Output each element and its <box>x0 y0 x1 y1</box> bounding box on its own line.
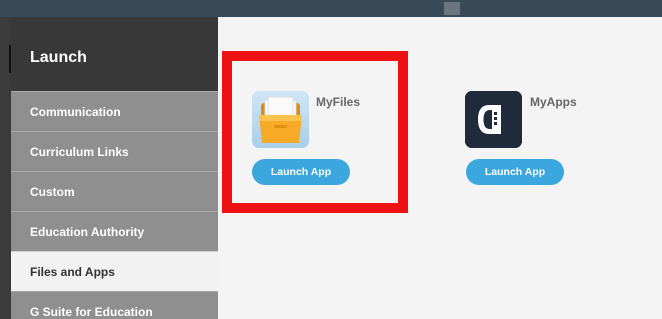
scroll-handle[interactable] <box>444 2 460 15</box>
sidebar-item-g-suite[interactable]: G Suite for Education <box>11 291 218 319</box>
left-frame <box>0 17 12 319</box>
launch-myapps-button[interactable]: Launch App <box>466 159 564 185</box>
top-bar <box>0 0 662 17</box>
sidebar-item-custom[interactable]: Custom <box>11 171 218 211</box>
sidebar-item-communication[interactable]: Communication <box>11 91 218 131</box>
sidebar-item-education-authority[interactable]: Education Authority <box>11 211 218 251</box>
sidebar-title: Launch <box>11 17 218 91</box>
highlight-annotation <box>222 51 408 213</box>
myapps-title: MyApps <box>530 95 577 109</box>
sidebar: Launch Communication Curriculum Links Cu… <box>11 17 218 319</box>
sidebar-item-files-and-apps[interactable]: Files and Apps <box>11 251 218 291</box>
myapps-logo-icon[interactable] <box>465 91 522 148</box>
sidebar-item-curriculum-links[interactable]: Curriculum Links <box>11 131 218 171</box>
